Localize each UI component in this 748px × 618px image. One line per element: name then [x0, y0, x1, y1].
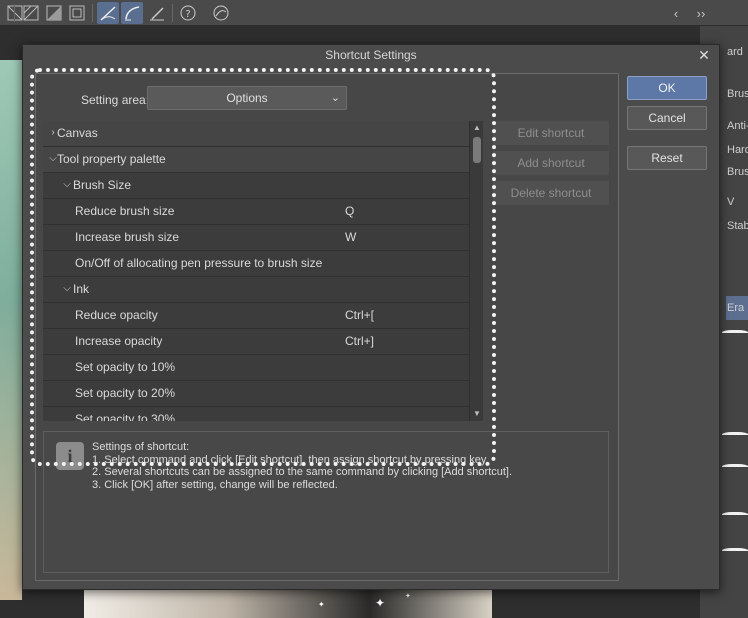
info-line: 2. Several shortcuts can be assigned to … — [92, 466, 513, 478]
brush-stroke-preview[interactable] — [722, 330, 748, 336]
nav-prev-icon[interactable]: ‹ — [668, 2, 684, 24]
close-icon[interactable]: ✕ — [695, 46, 713, 64]
panel-label[interactable]: Era — [726, 296, 748, 320]
cancel-button[interactable]: Cancel — [627, 106, 707, 130]
panel-label: Hard — [727, 144, 748, 156]
info-line: 3. Click [OK] after setting, change will… — [92, 478, 338, 491]
panel-label: Anti-a — [727, 120, 748, 132]
reset-button[interactable]: Reset — [627, 146, 707, 170]
panel-label: Brus — [727, 88, 748, 100]
grid-hatch-icon[interactable] — [20, 2, 42, 24]
brush-stroke-preview[interactable] — [722, 464, 748, 470]
sparkle-icon: ✦ — [318, 600, 325, 609]
pen-curve-icon[interactable] — [97, 2, 119, 24]
dialog-title: Shortcut Settings — [325, 48, 417, 62]
panel-label: V — [727, 196, 735, 208]
pen-curve-alt-icon[interactable] — [121, 2, 143, 24]
highlight-outline — [30, 68, 496, 466]
grid-shade-icon[interactable] — [43, 2, 65, 24]
brush-stroke-preview[interactable] — [722, 512, 748, 518]
svg-text:?: ? — [185, 9, 190, 20]
canvas-artwork-bottom — [84, 590, 492, 618]
ruler-pen-icon[interactable] — [146, 2, 168, 24]
panel-label: Brus — [727, 166, 748, 178]
brush-stroke-preview[interactable] — [722, 432, 748, 438]
app-toolbar: ? ‹ ›› — [0, 0, 748, 26]
brush-stroke-preview[interactable] — [722, 548, 748, 554]
sparkle-icon: ✦ — [375, 596, 386, 610]
add-shortcut-button[interactable]: Add shortcut — [493, 151, 609, 175]
frame-icon[interactable] — [66, 2, 88, 24]
edit-shortcut-button[interactable]: Edit shortcut — [493, 121, 609, 145]
sparkle-icon: ✦ — [405, 593, 411, 600]
panel-label: ard — [727, 46, 743, 58]
nav-next-icon[interactable]: ›› — [692, 2, 710, 24]
delete-shortcut-button[interactable]: Delete shortcut — [493, 181, 609, 205]
canvas-artwork — [0, 60, 22, 600]
ok-button[interactable]: OK — [627, 76, 707, 100]
panel-label: Stab — [727, 220, 748, 232]
user-icon[interactable] — [210, 2, 232, 24]
help-icon[interactable]: ? — [177, 2, 199, 24]
